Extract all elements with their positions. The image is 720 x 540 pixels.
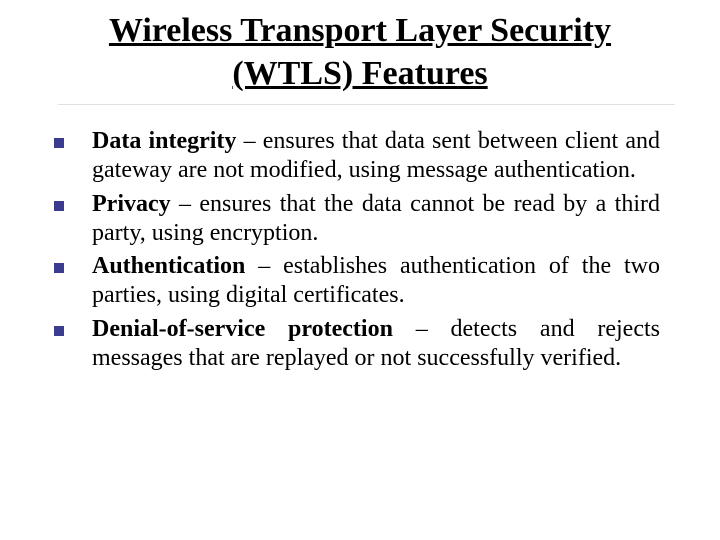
list-item: Authentication – establishes authenticat… [50, 252, 660, 311]
item-text: Denial-of-service protection – detects a… [92, 315, 660, 374]
list-item: Privacy – ensures that the data cannot b… [50, 190, 660, 249]
item-term: Privacy [92, 191, 171, 217]
bullet-icon [54, 326, 64, 336]
item-term: Data integrity [92, 128, 236, 154]
bullet-icon [54, 263, 64, 273]
slide: Wireless Transport Layer Security (WTLS)… [0, 0, 720, 540]
item-text: Privacy – ensures that the data cannot b… [92, 190, 660, 249]
content-area: Data integrity – ensures that data sent … [30, 127, 690, 373]
bullet-icon [54, 138, 64, 148]
title-underline [58, 103, 675, 105]
item-desc: – ensures that the data cannot be read b… [92, 191, 660, 246]
item-text: Data integrity – ensures that data sent … [92, 127, 660, 186]
item-term: Authentication [92, 253, 245, 279]
list-item: Data integrity – ensures that data sent … [50, 127, 660, 186]
item-term: Denial-of-service protection [92, 316, 393, 342]
slide-title: Wireless Transport Layer Security (WTLS)… [30, 10, 690, 107]
item-text: Authentication – establishes authenticat… [92, 252, 660, 311]
bullet-icon [54, 201, 64, 211]
list-item: Denial-of-service protection – detects a… [50, 315, 660, 374]
